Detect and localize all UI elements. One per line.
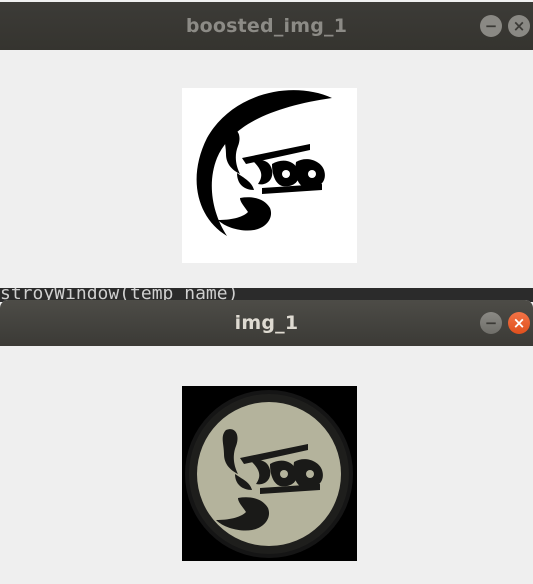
original-coin-image <box>182 386 357 561</box>
close-button[interactable]: × <box>508 312 530 334</box>
minimize-button[interactable]: − <box>480 312 502 334</box>
window-content <box>0 346 533 584</box>
window-title: boosted_img_1 <box>185 15 348 37</box>
close-icon: × <box>512 16 526 35</box>
window-controls: − × <box>480 2 533 50</box>
boosted-logo-graphic <box>196 90 332 236</box>
boosted-window-titlebar[interactable]: boosted_img_1 − × <box>0 2 533 50</box>
coin-graphic <box>185 390 353 558</box>
window-title: img_1 <box>234 312 299 334</box>
window-controls: − × <box>480 300 533 346</box>
minimize-icon: − <box>484 16 498 35</box>
minimize-icon: − <box>484 313 498 332</box>
boosted-logo-image <box>182 88 357 263</box>
close-icon: × <box>512 313 526 332</box>
window-content <box>0 50 533 290</box>
desktop-screen: boosted_img_1 − × stroyWindow(temp_name)… <box>0 0 533 584</box>
close-button[interactable]: × <box>508 15 530 37</box>
img-window-titlebar[interactable]: img_1 − × <box>0 300 533 346</box>
original-image-window: img_1 − × <box>0 300 533 584</box>
minimize-button[interactable]: − <box>480 15 502 37</box>
boosted-image-window: boosted_img_1 − × <box>0 2 533 290</box>
